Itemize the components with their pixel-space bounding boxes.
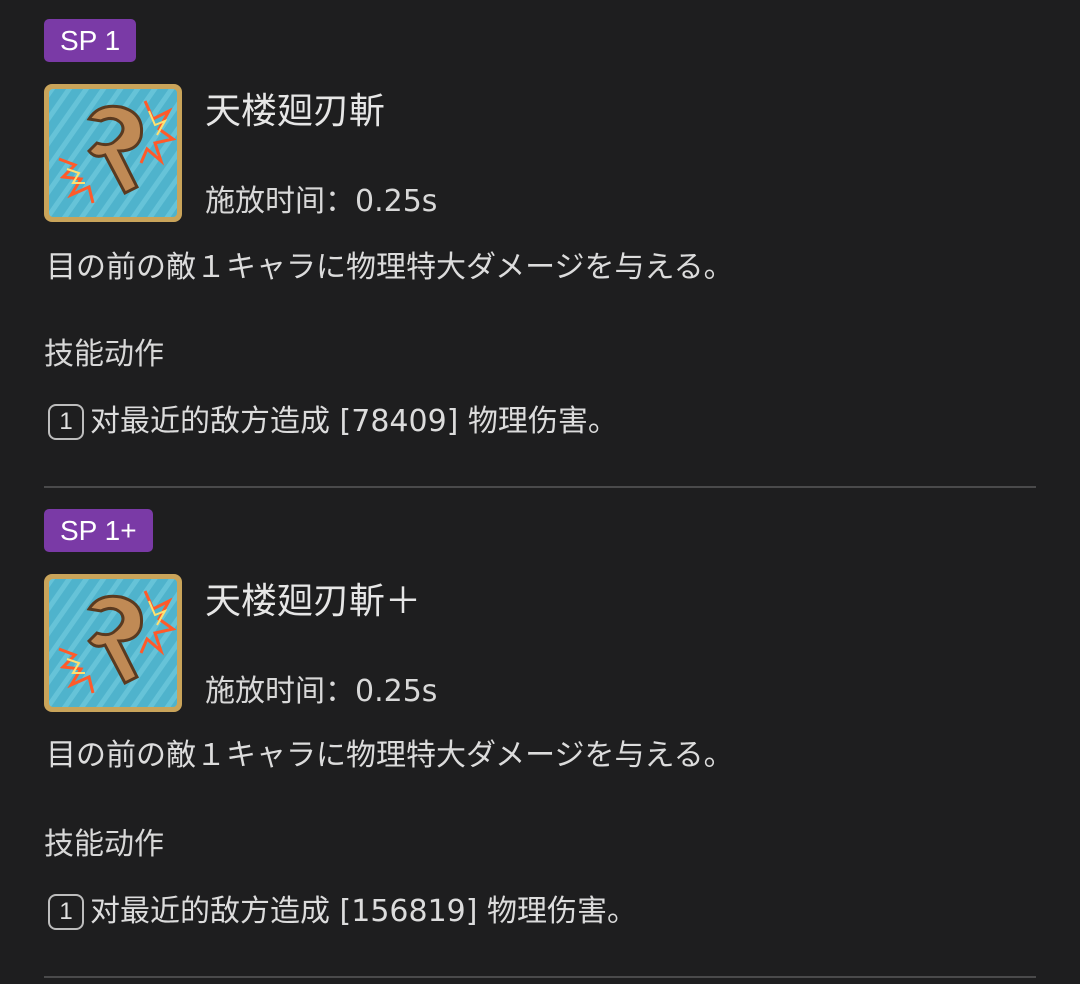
skill-description: 目の前の敵１キャラに物理特大ダメージを与える。 — [46, 250, 734, 285]
skill-name: 天楼廻刃斬＋ — [205, 581, 422, 622]
boomerang-slash-icon — [44, 574, 182, 712]
skill-name: 天楼廻刃斬 — [205, 91, 386, 132]
cast-time: 施放时间：0.25s — [205, 184, 438, 219]
section-divider — [44, 976, 1036, 978]
section-divider — [44, 486, 1036, 488]
action-text: 对最近的敌方造成 [78409] 物理伤害。 — [90, 404, 618, 439]
skill-description: 目の前の敵１キャラに物理特大ダメージを与える。 — [46, 738, 734, 773]
skill-action-item: 1 对最近的敌方造成 [78409] 物理伤害。 — [48, 402, 618, 442]
action-number-badge: 1 — [48, 894, 84, 930]
action-number-badge: 1 — [48, 404, 84, 440]
sp-badge: SP 1 — [44, 19, 137, 62]
sp-badge: SP 1+ — [44, 509, 153, 552]
action-text: 对最近的敌方造成 [156819] 物理伤害。 — [90, 894, 638, 929]
skill-actions-heading: 技能动作 — [44, 337, 164, 372]
skill-actions-heading: 技能动作 — [44, 827, 164, 862]
cast-time: 施放时间：0.25s — [205, 674, 438, 709]
skill-section-sp1: SP 1 天楼廻刃斬 施放时间：0.25s 目の前の敵１キャラに物理特大ダメージ… — [44, 0, 1036, 487]
boomerang-slash-icon — [44, 84, 182, 222]
skill-action-item: 1 对最近的敌方造成 [156819] 物理伤害。 — [48, 892, 637, 932]
skill-section-sp1-plus: SP 1+ 天楼廻刃斬＋ 施放时间：0.25s 目の前の敵１キャラに物理特大ダメ… — [44, 490, 1036, 977]
